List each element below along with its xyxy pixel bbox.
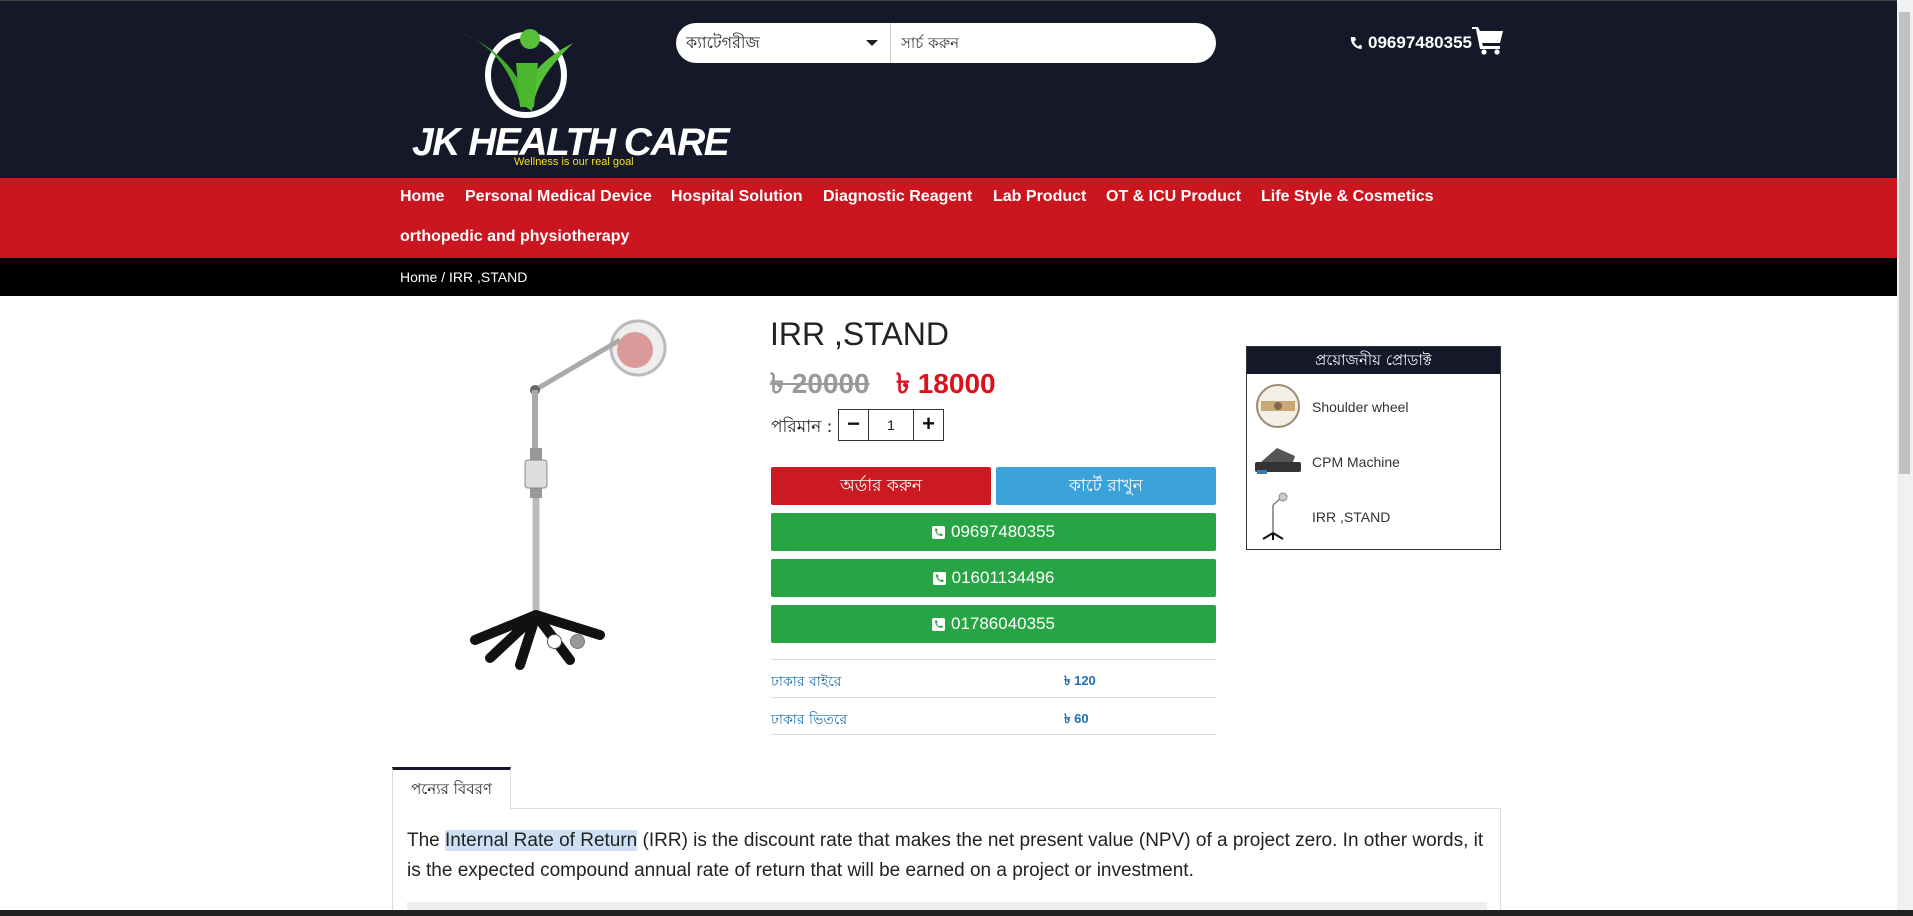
quantity-increase-button[interactable]: + — [913, 409, 944, 441]
add-to-cart-button[interactable]: কার্টে রাখুন — [996, 467, 1216, 505]
breadcrumb: Home / IRR ,STAND — [400, 269, 527, 285]
breadcrumb-separator: / — [437, 269, 450, 285]
caret-down-icon — [866, 40, 878, 46]
carousel-dot-1[interactable] — [547, 634, 562, 649]
logo-tagline: Wellness is our real goal — [514, 156, 634, 168]
old-price: ৳ 20000 — [770, 368, 870, 399]
shipping-inside-dhaka-value: ৳ 60 — [1064, 711, 1089, 726]
shipping-table: ঢাকার বাইরে ৳ 120 ঢাকার ভিতরে ৳ 60 — [771, 659, 1216, 735]
table-row: ঢাকার বাইরে ৳ 120 — [771, 659, 1216, 697]
related-products-title: প্রয়োজনীয় প্রোডাক্ট — [1247, 347, 1500, 374]
phone-square-icon — [932, 571, 946, 585]
breadcrumb-bar: Home / IRR ,STAND — [0, 258, 1897, 296]
related-item-name: Shoulder wheel — [1312, 399, 1409, 415]
order-button[interactable]: অর্ডার করুন — [771, 467, 991, 505]
related-item-name: CPM Machine — [1312, 454, 1400, 470]
call-number-3: 01786040355 — [950, 614, 1055, 633]
related-products-panel: প্রয়োজনীয় প্রোডাক্ট Shoulder wheel CPM… — [1246, 346, 1501, 550]
site-header: JK HEALTH CARE Wellness is our real goal… — [0, 0, 1897, 178]
category-select[interactable]: ক্যাটেগরীজ — [676, 23, 891, 63]
sale-price: ৳ 18000 — [896, 368, 996, 399]
related-item-irr-stand[interactable]: IRR ,STAND — [1253, 491, 1493, 543]
nav-item-orthopedic-physiotherapy[interactable]: orthopedic and physiotherapy — [400, 228, 629, 246]
call-number-2: 01601134496 — [951, 568, 1055, 587]
breadcrumb-current: IRR ,STAND — [449, 269, 528, 285]
description-prefix: The — [407, 830, 446, 851]
quantity-decrease-button[interactable]: − — [838, 409, 869, 441]
nav-item-diagnostic-reagent[interactable]: Diagnostic Reagent — [823, 188, 972, 206]
quantity-input[interactable]: 1 — [869, 409, 913, 441]
related-item-thumb — [1262, 492, 1288, 540]
call-number-1: 09697480355 — [950, 522, 1055, 541]
logo-figure-icon — [458, 29, 573, 118]
carousel-dot-2[interactable] — [570, 634, 585, 649]
search-input[interactable] — [901, 31, 1201, 55]
nav-item-personal-medical-device[interactable]: Personal Medical Device — [465, 188, 652, 206]
page: JK HEALTH CARE Wellness is our real goal… — [0, 0, 1913, 916]
cart-icon[interactable] — [1472, 25, 1504, 55]
related-item-name: IRR ,STAND — [1312, 509, 1391, 525]
header-phone-number: 09697480355 — [1368, 33, 1473, 52]
nav-item-hospital-solution[interactable]: Hospital Solution — [671, 188, 803, 206]
quantity-stepper: − 1 + — [838, 409, 944, 441]
related-item-shoulder-wheel[interactable]: Shoulder wheel — [1253, 381, 1493, 433]
nav-item-lab-product[interactable]: Lab Product — [993, 188, 1086, 206]
nav-item-home[interactable]: Home — [400, 188, 444, 206]
phone-square-icon — [931, 525, 945, 539]
image-carousel-dots — [547, 634, 585, 649]
quantity-label: পরিমান : — [771, 417, 833, 437]
nav-item-lifestyle-cosmetics[interactable]: Life Style & Cosmetics — [1261, 188, 1434, 206]
phone-icon — [1350, 37, 1362, 49]
header-phone[interactable]: 09697480355 — [1350, 33, 1472, 53]
product-title: IRR ,STAND — [770, 316, 949, 352]
category-select-label: ক্যাটেগরীজ — [686, 33, 760, 52]
related-item-cpm-machine[interactable]: CPM Machine — [1253, 436, 1493, 488]
main-nav: Home Personal Medical Device Hospital So… — [0, 178, 1897, 258]
call-button-1[interactable]: 09697480355 — [771, 513, 1216, 551]
related-item-thumb — [1256, 384, 1300, 428]
table-row: ঢাকার ভিতরে ৳ 60 — [771, 697, 1216, 735]
call-button-2[interactable]: 01601134496 — [771, 559, 1216, 597]
description-highlight: Internal Rate of Return — [445, 830, 638, 851]
tab-product-description[interactable]: পন্যের বিবরণ — [392, 767, 511, 809]
window-bottom-edge — [0, 910, 1913, 916]
product-description: The Internal Rate of Return (IRR) is the… — [407, 826, 1487, 886]
search-bar: ক্যাটেগরীজ — [676, 23, 1216, 63]
breadcrumb-home-link[interactable]: Home — [400, 269, 437, 285]
shipping-inside-dhaka-label: ঢাকার ভিতরে — [771, 712, 848, 728]
vertical-scrollbar[interactable] — [1897, 0, 1913, 916]
product-image[interactable] — [460, 310, 680, 670]
nav-item-ot-icu-product[interactable]: OT & ICU Product — [1106, 188, 1241, 206]
shipping-outside-dhaka-value: ৳ 120 — [1064, 673, 1096, 688]
phone-square-icon — [931, 617, 945, 631]
scrollbar-thumb[interactable] — [1899, 12, 1910, 474]
related-item-thumb — [1255, 448, 1301, 474]
call-button-3[interactable]: 01786040355 — [771, 605, 1216, 643]
site-logo[interactable]: JK HEALTH CARE Wellness is our real goal — [408, 23, 730, 171]
shipping-outside-dhaka-label: ঢাকার বাইরে — [771, 674, 842, 690]
